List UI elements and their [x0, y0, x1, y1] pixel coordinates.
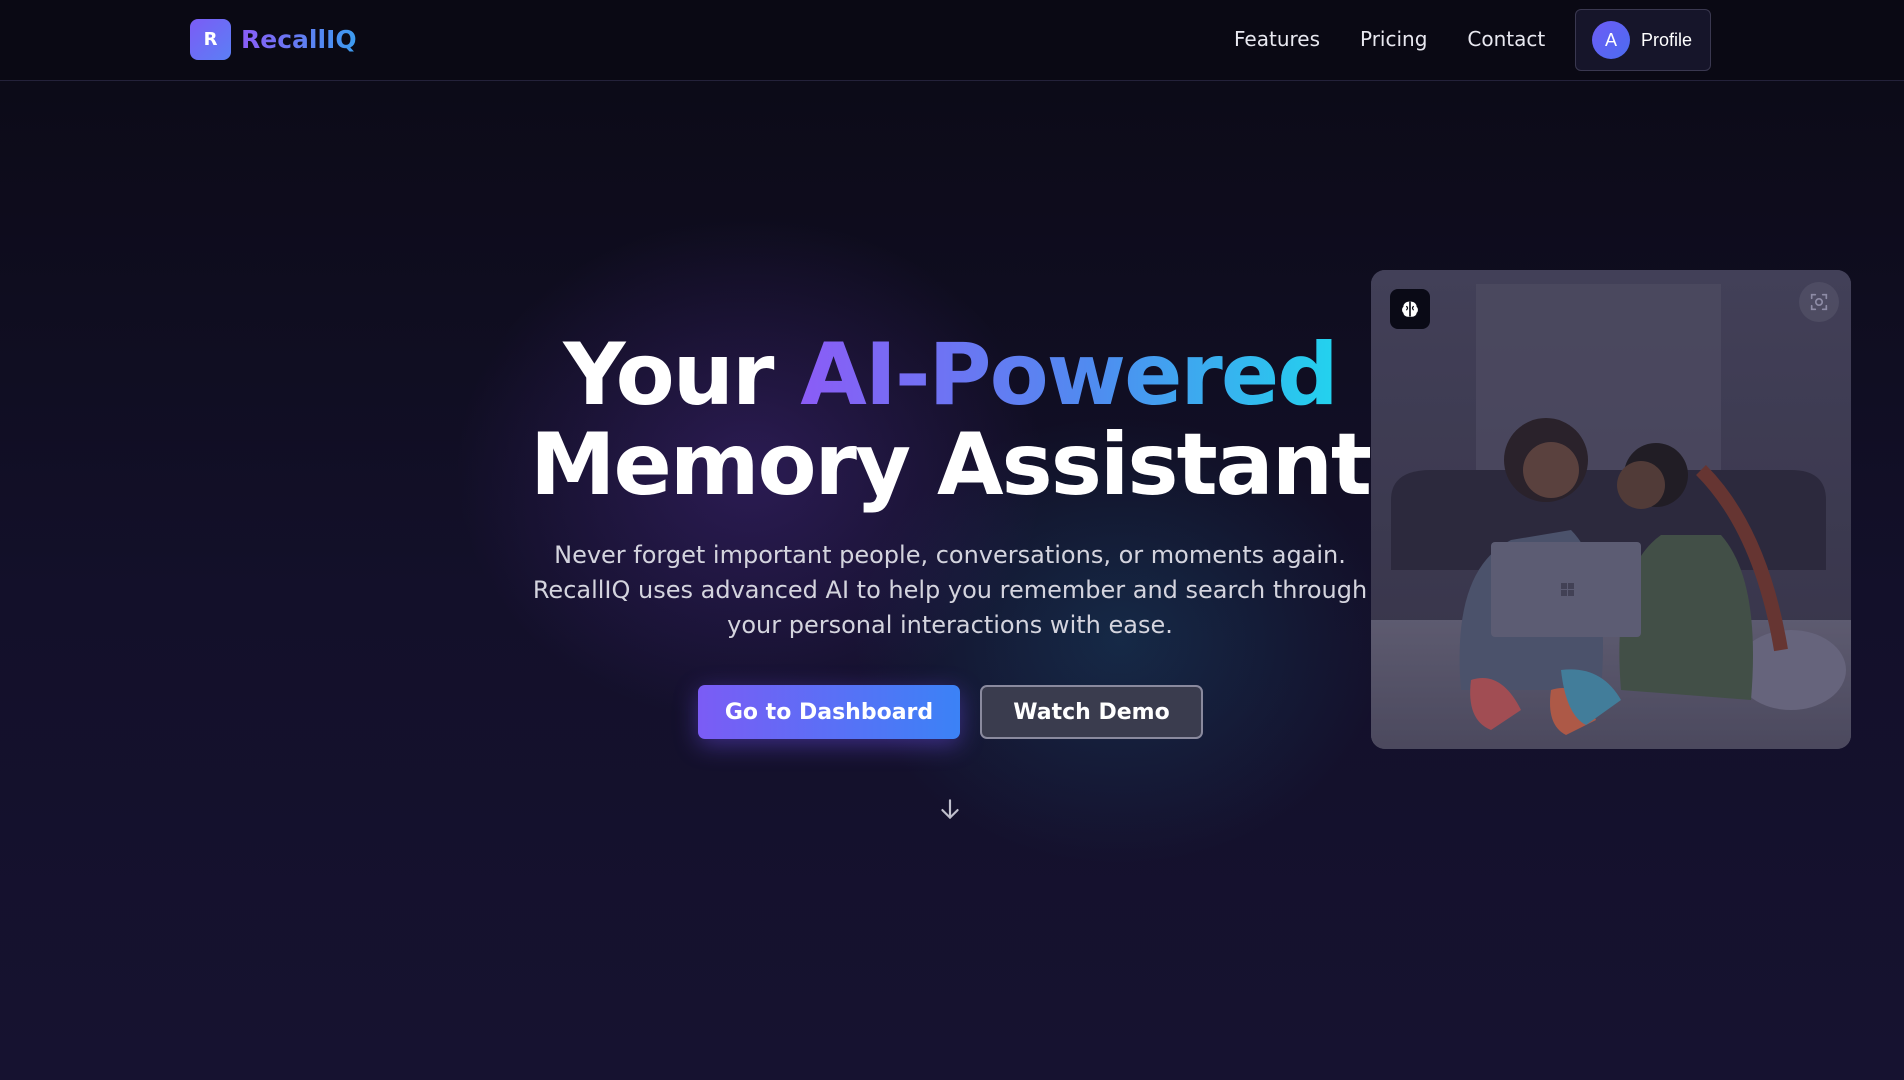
scan-button[interactable] — [1799, 282, 1839, 322]
watch-demo-button[interactable]: Watch Demo — [980, 685, 1203, 739]
profile-button[interactable]: A Profile — [1575, 9, 1711, 71]
brain-badge — [1390, 289, 1430, 329]
profile-label: Profile — [1641, 29, 1693, 50]
hero-title-line-2: Memory Assistant — [529, 415, 1372, 515]
hero-title: Your AI-Powered Memory Assistant — [500, 330, 1400, 510]
nav-links: Features Pricing Contact — [1234, 27, 1545, 51]
scan-icon — [1810, 293, 1828, 311]
logo-badge: R — [190, 19, 231, 60]
go-to-dashboard-button[interactable]: Go to Dashboard — [698, 685, 960, 739]
hero-title-highlight: AI-Powered — [800, 325, 1338, 425]
nav-link-pricing[interactable]: Pricing — [1360, 27, 1427, 51]
arrow-down-icon[interactable] — [937, 796, 963, 822]
hero-photo-card — [1371, 270, 1851, 749]
nav-link-contact[interactable]: Contact — [1467, 27, 1545, 51]
avatar: A — [1592, 21, 1630, 59]
top-navbar: R RecallIQ Features Pricing Contact A Pr… — [0, 0, 1904, 81]
hero-photo — [1371, 270, 1851, 749]
brand-name: RecallIQ — [241, 25, 357, 54]
hero-title-plain: Your — [563, 325, 801, 425]
nav-link-features[interactable]: Features — [1234, 27, 1320, 51]
brain-icon — [1402, 301, 1418, 317]
hero-subtitle: Never forget important people, conversat… — [532, 541, 1368, 639]
brand-logo[interactable]: R RecallIQ — [190, 19, 357, 60]
